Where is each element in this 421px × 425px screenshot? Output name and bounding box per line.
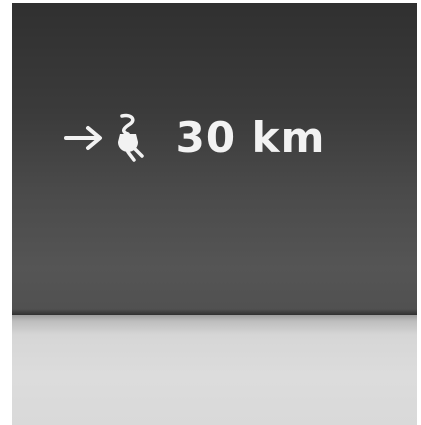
charging-plug-icon <box>110 112 146 164</box>
range-value: 30 km <box>175 113 326 162</box>
electric-range-readout: 30 km <box>12 103 417 173</box>
right-arrow-icon <box>63 124 108 152</box>
display-bezel <box>12 315 417 425</box>
display-screen: 30 km <box>12 3 417 315</box>
instrument-cluster-photo: 30 km <box>0 0 421 425</box>
